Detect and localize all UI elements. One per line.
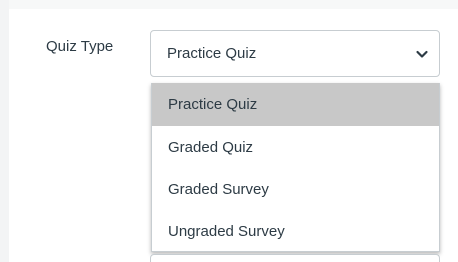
chevron-down-icon [416, 50, 428, 58]
quiz-type-selected-value: Practice Quiz [167, 45, 257, 62]
top-gutter [9, 0, 458, 9]
option-graded-quiz[interactable]: Graded Quiz [152, 126, 439, 168]
left-gutter [0, 0, 9, 262]
quiz-type-options-list: Practice Quiz Graded Quiz Graded Survey … [151, 83, 440, 252]
quiz-type-label: Quiz Type [46, 38, 114, 55]
option-graded-survey[interactable]: Graded Survey [152, 168, 439, 210]
quiz-settings-panel: Quiz Type Practice Quiz Practice Quiz Gr… [0, 0, 458, 262]
next-field-select[interactable] [150, 254, 440, 262]
option-ungraded-survey[interactable]: Ungraded Survey [152, 210, 439, 252]
option-practice-quiz[interactable]: Practice Quiz [152, 83, 439, 126]
quiz-type-select[interactable]: Practice Quiz [150, 30, 440, 77]
